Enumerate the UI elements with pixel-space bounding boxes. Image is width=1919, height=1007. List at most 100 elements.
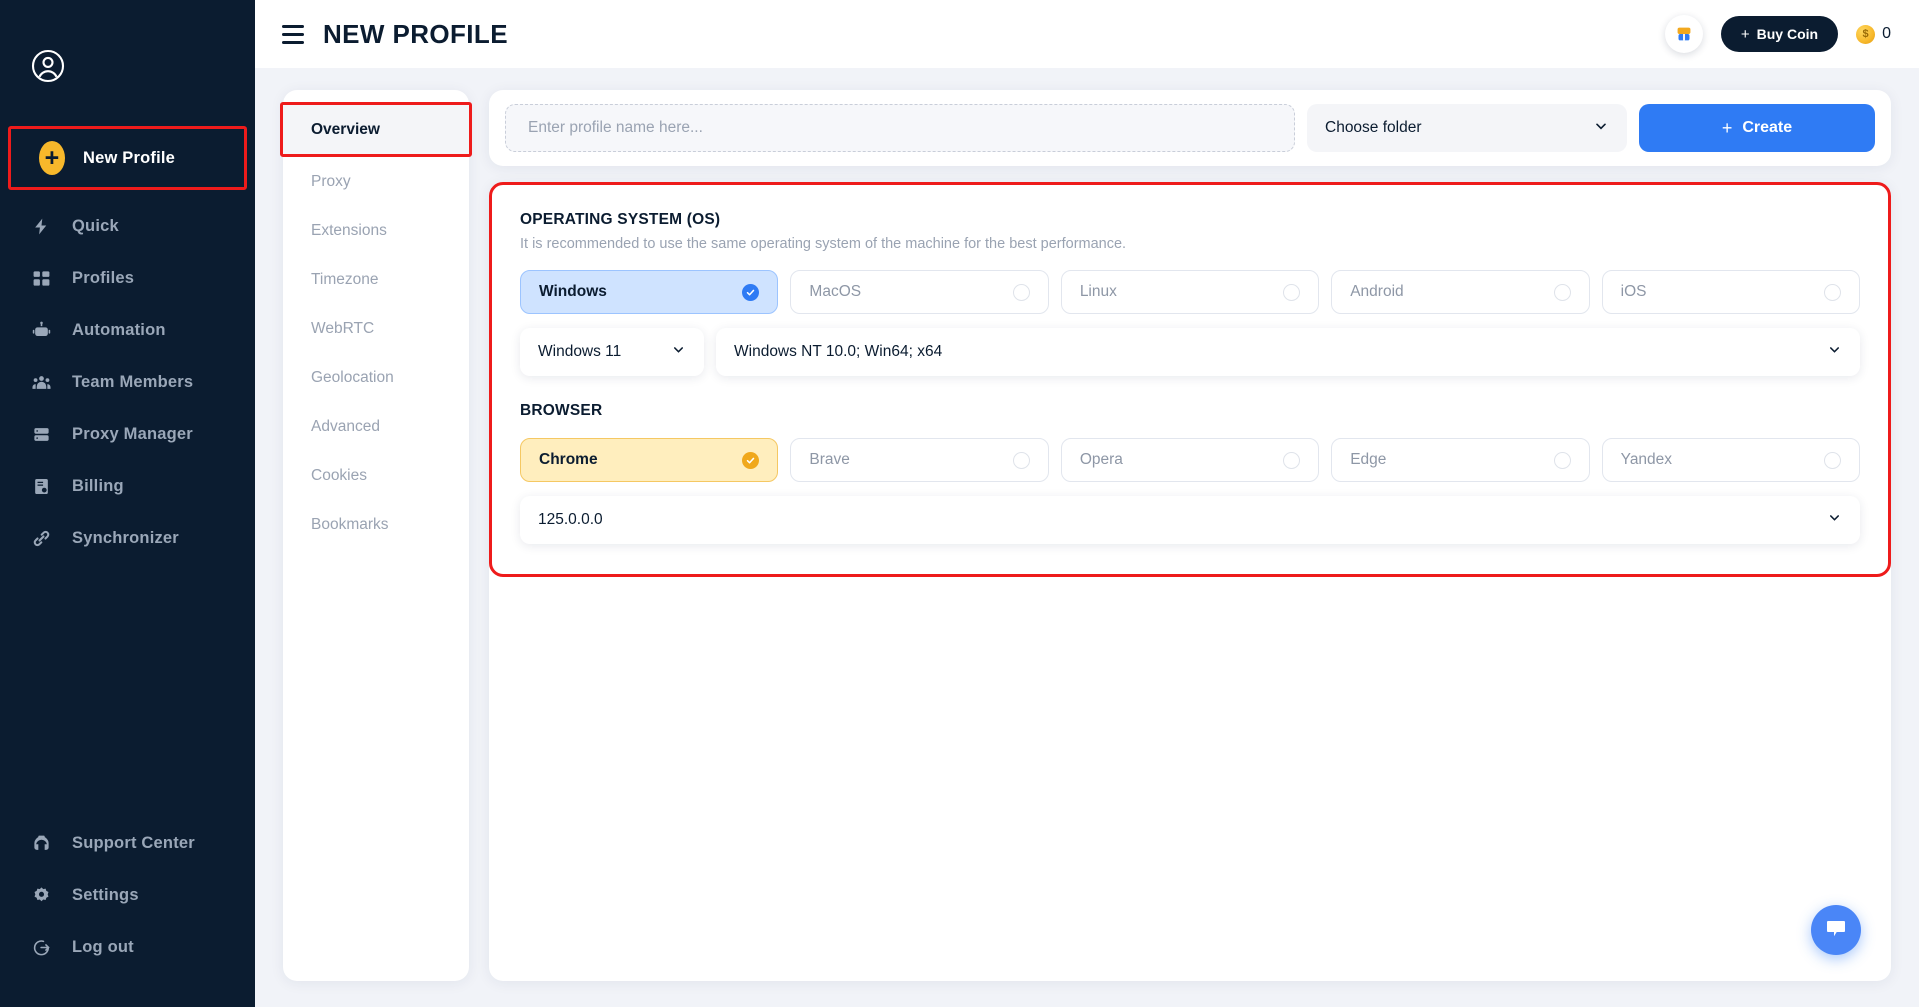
create-button[interactable]: + Create: [1639, 104, 1875, 152]
hamburger-icon[interactable]: [273, 14, 313, 54]
sidebar-item-label: Log out: [72, 937, 134, 956]
browser-version-select[interactable]: 125.0.0.0: [520, 496, 1860, 544]
content-area: Overview Proxy Extensions Timezone WebRT…: [255, 68, 1919, 1007]
avatar[interactable]: [30, 48, 255, 84]
sidebar-item-profiles[interactable]: Profiles: [0, 252, 255, 304]
tab-webrtc[interactable]: WebRTC: [283, 304, 469, 353]
radio-circle-icon: [1824, 451, 1842, 469]
sidebar-item-automation[interactable]: Automation: [0, 304, 255, 356]
sidebar-item-label: Team Members: [72, 372, 194, 391]
choose-folder-select[interactable]: Choose folder: [1307, 104, 1627, 152]
buy-coin-label: Buy Coin: [1756, 26, 1819, 42]
sidebar-item-quick[interactable]: Quick: [0, 200, 255, 252]
check-circle-icon: [742, 451, 760, 469]
radio-circle-icon: [1553, 283, 1571, 301]
tab-bookmarks[interactable]: Bookmarks: [283, 500, 469, 549]
main-area: NEW PROFILE + Buy Coin $ 0 Overview Prox…: [255, 0, 1919, 1007]
radio-circle-icon: [1553, 451, 1571, 469]
buy-coin-button[interactable]: + Buy Coin: [1720, 16, 1839, 52]
sidebar-item-label: Billing: [72, 476, 124, 495]
profile-tabs: Overview Proxy Extensions Timezone WebRT…: [280, 90, 472, 981]
sidebar-item-billing[interactable]: Billing: [0, 460, 255, 512]
grid-icon: [28, 269, 54, 288]
sidebar-item-proxy-manager[interactable]: Proxy Manager: [0, 408, 255, 460]
gear-icon: [28, 886, 54, 905]
sidebar-item-new-profile[interactable]: + New Profile: [11, 129, 244, 187]
sidebar-item-log-out[interactable]: Log out: [0, 921, 255, 973]
os-option-macos[interactable]: MacOS: [790, 270, 1049, 314]
chevron-down-icon: [1593, 118, 1609, 139]
tab-geolocation[interactable]: Geolocation: [283, 353, 469, 402]
sidebar-item-label: Automation: [72, 320, 166, 339]
os-option-label: iOS: [1620, 283, 1647, 300]
overview-settings-card: OPERATING SYSTEM (OS) It is recommended …: [489, 182, 1891, 981]
lightning-icon: [28, 217, 54, 236]
os-version-select[interactable]: Windows 11: [520, 328, 704, 376]
sidebar-item-label: Proxy Manager: [72, 424, 193, 443]
os-section: OPERATING SYSTEM (OS) It is recommended …: [520, 211, 1861, 376]
user-agent-select[interactable]: Windows NT 10.0; Win64; x64: [716, 328, 1860, 376]
overview-tab-highlight: Overview: [280, 102, 472, 157]
robot-icon: [28, 321, 54, 340]
chat-widget-button[interactable]: [1811, 905, 1861, 955]
tab-proxy[interactable]: Proxy: [283, 157, 469, 206]
radio-circle-icon: [1824, 283, 1842, 301]
os-option-linux[interactable]: Linux: [1060, 270, 1320, 314]
browser-option-opera[interactable]: Opera: [1060, 438, 1320, 482]
os-option-windows[interactable]: Windows: [520, 270, 779, 314]
os-option-ios[interactable]: iOS: [1601, 270, 1861, 314]
sidebar-item-team-members[interactable]: Team Members: [0, 356, 255, 408]
sidebar-item-settings[interactable]: Settings: [0, 869, 255, 921]
os-option-label: MacOS: [809, 283, 862, 300]
sidebar-item-label: Settings: [72, 885, 139, 904]
sidebar-item-synchronizer[interactable]: Synchronizer: [0, 512, 255, 564]
user-circle-icon: [30, 48, 255, 84]
server-icon: [28, 425, 54, 444]
browser-option-chrome[interactable]: Chrome: [520, 438, 779, 482]
sidebar-item-label: Support Center: [72, 833, 195, 852]
coin-balance[interactable]: $ 0: [1856, 24, 1891, 44]
tab-label: Geolocation: [311, 368, 394, 386]
radio-circle-icon: [1283, 283, 1301, 301]
chat-bubble-icon: [1824, 916, 1848, 945]
browser-option-brave[interactable]: Brave: [790, 438, 1049, 482]
radio-circle-icon: [1012, 451, 1030, 469]
tab-extensions[interactable]: Extensions: [283, 206, 469, 255]
tab-label: Advanced: [311, 417, 380, 435]
sidebar-item-support-center[interactable]: Support Center: [0, 817, 255, 869]
user-agent-value: Windows NT 10.0; Win64; x64: [734, 343, 943, 360]
browser-section: BROWSER Chrome Brave Opera Edge Yandex 1…: [520, 402, 1861, 544]
os-section-title: OPERATING SYSTEM (OS): [520, 211, 721, 228]
tab-overview[interactable]: Overview: [283, 105, 469, 154]
sidebar: + New Profile Quick Profiles Automation …: [0, 0, 255, 1007]
gift-avatar-icon[interactable]: [1664, 15, 1703, 53]
tab-cookies[interactable]: Cookies: [283, 451, 469, 500]
browser-version-value: 125.0.0.0: [538, 511, 603, 528]
os-option-android[interactable]: Android: [1331, 270, 1590, 314]
tab-label: Extensions: [311, 221, 387, 239]
create-label: Create: [1742, 119, 1793, 136]
browser-option-edge[interactable]: Edge: [1331, 438, 1590, 482]
coin-icon: $: [1856, 24, 1876, 44]
profile-header-card: Choose folder + Create: [489, 90, 1891, 166]
os-dropdown-row: Windows 11 Windows NT 10.0; Win64; x64: [520, 328, 1860, 376]
os-version-value: Windows 11: [538, 343, 622, 360]
plus-circle-icon: +: [39, 141, 65, 175]
headset-icon: [28, 834, 54, 853]
chevron-down-icon: [1827, 342, 1842, 362]
tab-label: Timezone: [311, 270, 379, 288]
check-circle-icon: [742, 283, 760, 301]
tab-label: Proxy: [311, 172, 351, 190]
new-profile-highlight: + New Profile: [8, 126, 247, 190]
plus-icon: +: [1740, 25, 1750, 43]
tab-label: Bookmarks: [311, 515, 389, 533]
browser-option-yandex[interactable]: Yandex: [1601, 438, 1861, 482]
tab-timezone[interactable]: Timezone: [283, 255, 469, 304]
os-option-row: Windows MacOS Linux Android iOS: [520, 270, 1861, 314]
invoice-icon: [28, 477, 54, 496]
profile-name-input[interactable]: [505, 104, 1295, 152]
tab-advanced[interactable]: Advanced: [283, 402, 469, 451]
radio-circle-icon: [1012, 283, 1030, 301]
logout-icon: [28, 938, 54, 957]
